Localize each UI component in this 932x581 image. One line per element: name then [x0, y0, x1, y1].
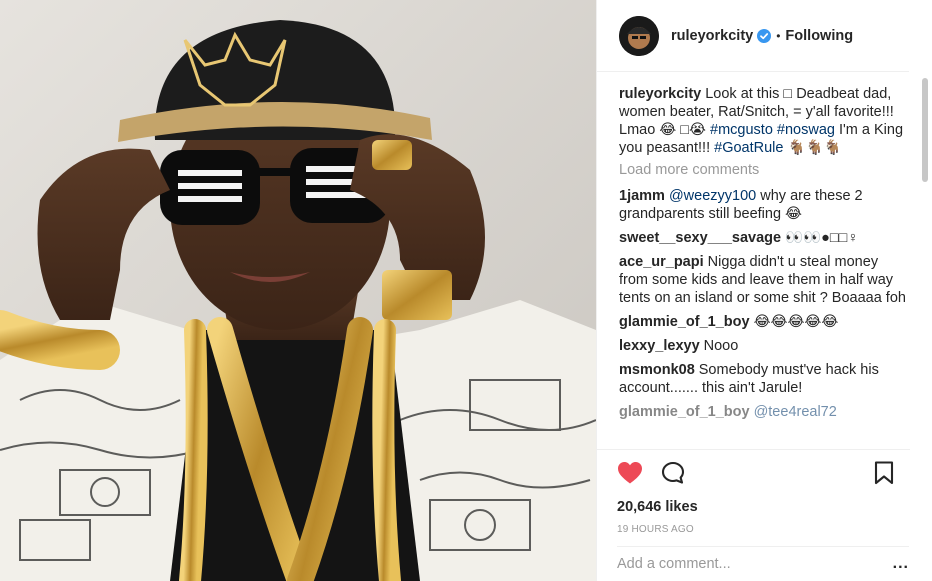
comments-list[interactable]: ruleyorkcity Look at this □ Deadbeat dad,… [597, 73, 932, 449]
comments-scrollbar[interactable] [922, 74, 928, 446]
heart-icon[interactable] [617, 461, 643, 485]
comment-username[interactable]: 1jamm [619, 188, 665, 204]
caption-text-3: 🐐🐐🐐 [787, 140, 842, 156]
verified-badge-icon [757, 28, 772, 43]
comment-item: glammie_of_1_boy @tee4real72 [619, 403, 909, 421]
comment-username[interactable]: sweet__sexy___savage [619, 230, 781, 246]
comment-item: ace_ur_papi Nigga didn't u steal money fr… [619, 253, 909, 307]
following-button[interactable]: Following [785, 28, 853, 44]
likes-count[interactable]: 20,646 likes [617, 498, 894, 516]
comment-item: sweet__sexy___savage 👀👀●□□♀ [619, 229, 909, 247]
comment-input[interactable]: Add a comment... [617, 556, 893, 572]
hashtag-link[interactable]: #mcgusto [710, 122, 773, 138]
post-photo[interactable] [0, 0, 596, 581]
post-header: ruleyorkcity • Following [597, 0, 909, 72]
post-timestamp[interactable]: 19 HOURS AGO [617, 524, 894, 535]
comment-username[interactable]: lexxy_lexyy [619, 338, 700, 354]
hashtag-link[interactable]: #noswag [777, 122, 835, 138]
post-caption: ruleyorkcity Look at this □ Deadbeat dad,… [619, 85, 909, 157]
comment-text: 😂😂😂😂😂 [753, 314, 839, 330]
post-photo-illustration [0, 0, 596, 581]
avatar-image [619, 15, 659, 56]
comment-text: Nooo [703, 338, 739, 354]
action-icons-row [617, 460, 894, 486]
comment-username[interactable]: glammie_of_1_boy [619, 314, 750, 330]
comment-icon[interactable] [661, 461, 685, 485]
comment-item: lexxy_lexyy Nooo [619, 337, 909, 355]
comment-mention[interactable]: @weezyy100 [669, 188, 760, 204]
scrollbar-thumb[interactable] [922, 78, 928, 182]
add-comment-bar: Add a comment... ... [617, 546, 909, 581]
more-options-icon[interactable]: ... [893, 555, 909, 573]
post-details-panel: ruleyorkcity • Following ruleyorkcity Loo… [596, 0, 932, 581]
load-more-comments-button[interactable]: Load more comments [619, 161, 909, 179]
comment-mention[interactable]: @tee4real72 [754, 404, 837, 420]
comment-text: 👀👀●□□♀ [785, 230, 859, 246]
header-separator: • [776, 28, 781, 43]
comment-username[interactable]: glammie_of_1_boy [619, 404, 750, 420]
comment-item: glammie_of_1_boy 😂😂😂😂😂 [619, 313, 909, 331]
instagram-post: ruleyorkcity • Following ruleyorkcity Loo… [0, 0, 932, 581]
post-actions: 20,646 likes 19 HOURS AGO [597, 449, 910, 535]
header-username[interactable]: ruleyorkcity [671, 28, 753, 44]
avatar[interactable] [619, 15, 659, 56]
hashtag-link[interactable]: #GoatRule [714, 140, 783, 156]
comment-username[interactable]: ace_ur_papi [619, 254, 704, 270]
comment-item: msmonk08 Somebody must've hack his accoun… [619, 361, 909, 397]
caption-username[interactable]: ruleyorkcity [619, 86, 701, 102]
comment-username[interactable]: msmonk08 [619, 362, 695, 378]
bookmark-icon[interactable] [874, 461, 894, 485]
comment-item: 1jamm @weezyy100 why are these 2 grandpar… [619, 187, 909, 223]
